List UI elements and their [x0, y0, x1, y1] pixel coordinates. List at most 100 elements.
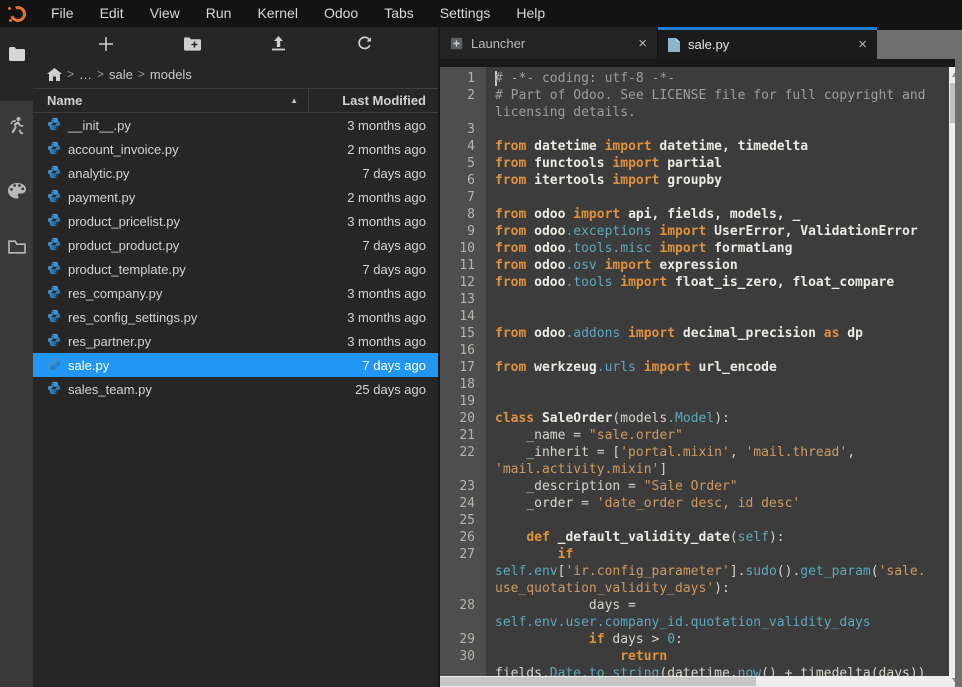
file-name: product_product.py [68, 238, 179, 253]
file-row[interactable]: account_invoice.py2 months ago [33, 137, 438, 161]
tabs-icon[interactable] [0, 233, 33, 261]
code-line: 14 [440, 308, 949, 325]
tab-sale-py[interactable]: sale.py × [658, 27, 877, 59]
close-icon[interactable]: × [858, 37, 867, 52]
menu-item-help[interactable]: Help [503, 0, 558, 27]
running-man-icon[interactable] [0, 111, 33, 139]
code-editor[interactable]: 1# -*- coding: utf-8 -*-2# Part of Odoo.… [440, 67, 962, 687]
code-line: self.env['ir.config_parameter'].sudo().g… [440, 563, 949, 580]
line-number: 7 [440, 189, 486, 206]
code-text: from odoo import api, fields, models, _ [486, 206, 800, 223]
new-launcher-icon[interactable] [92, 31, 120, 57]
code-text: from odoo.addons import decimal_precisio… [486, 325, 863, 342]
code-text: def _default_validity_date(self): [486, 529, 785, 546]
line-number: 28 [440, 597, 486, 614]
file-row[interactable]: res_company.py3 months ago [33, 281, 438, 305]
code-line: 2# Part of Odoo. See LICENSE file for fu… [440, 87, 949, 104]
line-number: 17 [440, 359, 486, 376]
file-name-cell: sale.py [33, 357, 308, 374]
breadcrumb-item-dots[interactable]: … [79, 67, 92, 82]
file-modified: 2 months ago [308, 142, 438, 157]
code-line: 20class SaleOrder(models.Model): [440, 410, 949, 427]
file-row[interactable]: res_config_settings.py3 months ago [33, 305, 438, 329]
menu-item-kernel[interactable]: Kernel [244, 0, 310, 27]
breadcrumb-separator: > [67, 67, 74, 81]
menu-item-edit[interactable]: Edit [87, 0, 137, 27]
code-text: use_quotation_validity_days'): [486, 580, 730, 597]
code-line: 3 [440, 121, 949, 138]
python-file-icon [47, 141, 61, 158]
file-row[interactable]: __init__.py3 months ago [33, 113, 438, 137]
file-row[interactable]: payment.py2 months ago [33, 185, 438, 209]
line-number: 1 [440, 70, 486, 87]
app-logo-icon [8, 4, 28, 24]
code-text: _inherit = ['portal.mixin', 'mail.thread… [486, 444, 855, 461]
column-name[interactable]: Name ▲ [33, 93, 308, 108]
horizontal-scrollbar[interactable] [440, 676, 949, 687]
code-text [486, 393, 495, 410]
python-file-icon [668, 38, 680, 52]
palette-icon[interactable] [0, 177, 33, 205]
file-row[interactable]: product_pricelist.py3 months ago [33, 209, 438, 233]
menu-item-run[interactable]: Run [193, 0, 245, 27]
tab-label: sale.py [688, 37, 729, 52]
file-row[interactable]: analytic.py7 days ago [33, 161, 438, 185]
file-row[interactable]: product_template.py7 days ago [33, 257, 438, 281]
menu-item-file[interactable]: File [38, 0, 87, 27]
python-file-icon [47, 357, 61, 374]
code-line: 12from odoo.tools import float_is_zero, … [440, 274, 949, 291]
refresh-icon[interactable] [351, 31, 379, 57]
menu-item-view[interactable]: View [137, 0, 193, 27]
code-text: from odoo.exceptions import UserError, V… [486, 223, 918, 240]
folder-icon[interactable] [0, 39, 33, 67]
breadcrumb-separator: > [97, 67, 104, 81]
file-row[interactable]: res_partner.py3 months ago [33, 329, 438, 353]
home-icon[interactable] [47, 68, 62, 81]
line-number [440, 614, 486, 631]
column-last-modified[interactable]: Last Modified [308, 89, 438, 113]
menu-item-odoo[interactable]: Odoo [311, 0, 371, 27]
file-name-cell: product_product.py [33, 237, 308, 254]
file-name: product_template.py [68, 262, 186, 277]
breadcrumb-item-sale[interactable]: sale [109, 67, 133, 82]
tab-label: Launcher [471, 36, 525, 51]
horizontal-scrollbar-thumb[interactable] [440, 677, 756, 686]
python-file-icon [47, 285, 61, 302]
line-number: 8 [440, 206, 486, 223]
code-text: # -*- coding: utf-8 -*- [486, 70, 675, 87]
code-text: self.env.user.company_id.quotation_valid… [486, 614, 871, 631]
file-row[interactable]: sale.py7 days ago [33, 353, 438, 377]
breadcrumb: >…>sale>models [33, 60, 438, 88]
code-line: 27 if [440, 546, 949, 563]
file-row[interactable]: product_product.py7 days ago [33, 233, 438, 257]
upload-icon[interactable] [265, 31, 293, 57]
file-modified: 3 months ago [308, 334, 438, 349]
close-icon[interactable]: × [638, 36, 647, 51]
file-name: product_pricelist.py [68, 214, 180, 229]
code-text: # Part of Odoo. See LICENSE file for ful… [486, 87, 925, 104]
code-text: from datetime import datetime, timedelta [486, 138, 808, 155]
file-name-cell: res_company.py [33, 285, 308, 302]
code-text: _description = "Sale Order" [486, 478, 738, 495]
menu-item-settings[interactable]: Settings [427, 0, 504, 27]
line-number: 16 [440, 342, 486, 359]
line-number: 14 [440, 308, 486, 325]
code-line: self.env.user.company_id.quotation_valid… [440, 614, 949, 631]
file-row[interactable]: sales_team.py25 days ago [33, 377, 438, 401]
python-file-icon [47, 333, 61, 350]
code-line: 5from functools import partial [440, 155, 949, 172]
new-folder-icon[interactable] [178, 31, 206, 57]
line-number: 23 [440, 478, 486, 495]
line-number: 5 [440, 155, 486, 172]
file-name: payment.py [68, 190, 135, 205]
code-text: if days > 0: [486, 631, 683, 648]
python-file-icon [47, 261, 61, 278]
tab-launcher[interactable]: Launcher × [440, 27, 658, 59]
menubar: FileEditViewRunKernelOdooTabsSettingsHel… [0, 0, 962, 27]
code-line: 7 [440, 189, 949, 206]
file-name: __init__.py [68, 118, 131, 133]
file-name-cell: __init__.py [33, 117, 308, 134]
breadcrumb-item-models[interactable]: models [150, 67, 192, 82]
line-number: 13 [440, 291, 486, 308]
menu-item-tabs[interactable]: Tabs [371, 0, 427, 27]
